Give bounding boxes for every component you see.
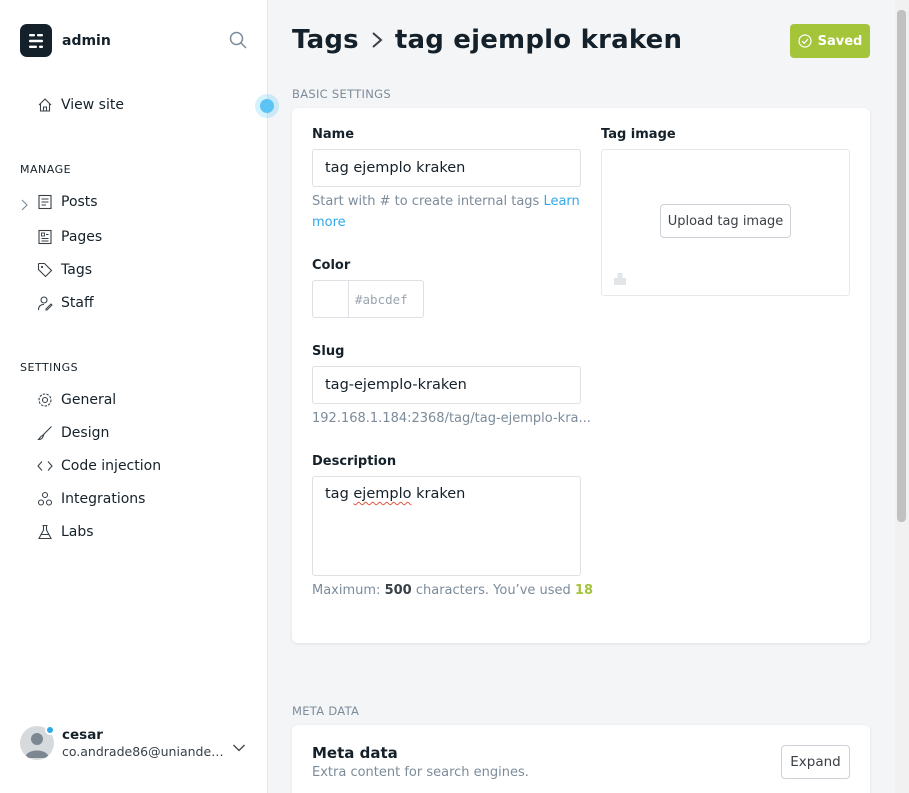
sidebar-item-tags[interactable]: Tags bbox=[36, 259, 92, 281]
user-name: cesar bbox=[62, 727, 103, 743]
sidebar-item-labs[interactable]: Labs bbox=[36, 521, 94, 543]
check-circle-icon bbox=[798, 34, 812, 48]
sidebar-item-integrations[interactable]: Integrations bbox=[36, 488, 145, 510]
tag-image-dropzone[interactable]: Upload tag image bbox=[601, 149, 850, 296]
online-indicator bbox=[45, 725, 55, 735]
pages-icon bbox=[36, 228, 54, 246]
meta-data-card: Meta data Extra content for search engin… bbox=[292, 725, 870, 793]
manage-heading: MANAGE bbox=[20, 163, 72, 176]
search-icon[interactable] bbox=[228, 30, 248, 50]
upload-tag-image-button[interactable]: Upload tag image bbox=[660, 204, 791, 238]
sidebar-item-label: Tags bbox=[61, 262, 92, 278]
desc-used-count: 18 bbox=[574, 583, 594, 598]
slug-input[interactable]: tag-ejemplo-kraken bbox=[312, 366, 581, 404]
save-button-label: Saved bbox=[817, 33, 863, 49]
breadcrumb: Tags tag ejemplo kraken bbox=[292, 25, 682, 55]
basic-settings-label: BASIC SETTINGS bbox=[292, 87, 391, 101]
save-button[interactable]: Saved bbox=[790, 24, 870, 58]
color-hex-field[interactable]: #abcdef bbox=[349, 281, 408, 317]
settings-heading: SETTINGS bbox=[20, 361, 79, 374]
sidebar-item-staff[interactable]: Staff bbox=[36, 292, 94, 314]
posts-icon bbox=[36, 193, 54, 211]
sidebar-item-label: Labs bbox=[61, 524, 94, 540]
name-label: Name bbox=[312, 127, 355, 142]
sidebar: admin View site MANAGE Posts Pages Tags bbox=[0, 0, 279, 793]
sidebar-item-label: Staff bbox=[61, 295, 94, 311]
brush-icon bbox=[36, 424, 54, 442]
basic-settings-card: Name tag ejemplo kraken Start with # to … bbox=[292, 108, 870, 643]
description-textarea[interactable]: tag ejemplo kraken bbox=[312, 476, 581, 576]
ghost-logo-icon bbox=[20, 24, 52, 57]
sidebar-item-posts[interactable]: Posts bbox=[36, 191, 98, 213]
flask-icon bbox=[36, 523, 54, 541]
slug-label: Slug bbox=[312, 344, 345, 359]
sidebar-item-label: Pages bbox=[61, 229, 103, 245]
gear-icon bbox=[36, 391, 54, 409]
description-text: tag ejemplo kraken bbox=[325, 486, 466, 502]
meta-data-title: Meta data bbox=[312, 744, 398, 762]
sidebar-item-view-site[interactable]: View site bbox=[36, 94, 124, 116]
description-label: Description bbox=[312, 454, 397, 469]
sidebar-item-label: Posts bbox=[61, 194, 98, 210]
main-content: Tags tag ejemplo kraken Saved BASIC SETT… bbox=[268, 0, 909, 793]
image-upload-icon bbox=[613, 271, 627, 290]
name-hint-text: Start with # to create internal tags bbox=[312, 194, 540, 209]
color-input[interactable]: #abcdef bbox=[312, 280, 424, 318]
meta-data-subtitle: Extra content for search engines. bbox=[312, 765, 529, 780]
sidebar-item-code-injection[interactable]: Code injection bbox=[36, 455, 161, 477]
sidebar-item-label: Code injection bbox=[61, 458, 162, 474]
sidebar-item-pages[interactable]: Pages bbox=[36, 226, 102, 248]
code-icon bbox=[36, 457, 54, 475]
name-input[interactable]: tag ejemplo kraken bbox=[312, 149, 581, 187]
sidebar-item-label: General bbox=[61, 392, 117, 408]
brand-name: admin bbox=[62, 32, 111, 49]
color-label: Color bbox=[312, 258, 351, 273]
sidebar-item-design[interactable]: Design bbox=[36, 422, 109, 444]
slug-url: 192.168.1.184:2368/tag/tag-ejemplo-kra..… bbox=[312, 411, 591, 426]
meta-data-label: META DATA bbox=[292, 704, 360, 718]
home-icon bbox=[36, 96, 54, 114]
page-title: tag ejemplo kraken bbox=[394, 25, 683, 55]
sidebar-item-label: View site bbox=[61, 97, 124, 113]
chevron-down-icon[interactable] bbox=[232, 738, 246, 752]
desc-hint-prefix: Maximum: bbox=[312, 583, 381, 598]
scrollbar-thumb[interactable] bbox=[897, 10, 906, 522]
sidebar-item-label: Design bbox=[61, 425, 110, 441]
tag-image-label: Tag image bbox=[601, 127, 676, 142]
name-hint: Start with # to create internal tags Lea… bbox=[312, 191, 582, 233]
sidebar-item-label: Integrations bbox=[61, 491, 146, 507]
integrations-icon bbox=[36, 490, 54, 508]
tag-icon bbox=[36, 261, 54, 279]
user-email: co.andrade86@uniandes.edu.co bbox=[62, 744, 224, 759]
description-hint: Maximum: 500 characters. You’ve used 18 bbox=[312, 580, 593, 601]
sidebar-item-general[interactable]: General bbox=[36, 389, 116, 411]
desc-max-count: 500 bbox=[384, 583, 412, 598]
chevron-right-icon bbox=[370, 31, 384, 49]
user-menu[interactable]: cesar co.andrade86@uniandes.edu.co bbox=[20, 725, 224, 760]
color-swatch[interactable] bbox=[313, 281, 349, 317]
desc-hint-mid: characters. You’ve used bbox=[415, 583, 571, 598]
expand-button[interactable]: Expand bbox=[781, 745, 850, 779]
brand[interactable]: admin bbox=[20, 24, 111, 57]
staff-icon bbox=[36, 294, 54, 312]
breadcrumb-tags-link[interactable]: Tags bbox=[292, 25, 359, 55]
chevron-right-icon[interactable] bbox=[19, 196, 29, 211]
